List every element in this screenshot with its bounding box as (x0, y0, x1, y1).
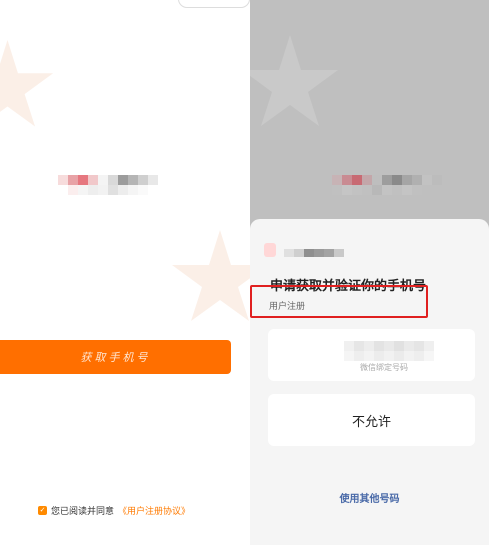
get-phone-number-button[interactable]: 获取手机号 (0, 340, 231, 374)
wechat-phone-option[interactable]: 微信绑定号码 (268, 329, 475, 381)
blurred-logo (58, 175, 166, 195)
deny-button[interactable]: 不允许 (268, 394, 475, 446)
decorative-star (0, 40, 54, 127)
blurred-phone-number (344, 341, 434, 361)
decorative-star (250, 35, 338, 126)
use-other-number-link[interactable]: 使用其他号码 (250, 490, 489, 505)
top-capsule[interactable] (178, 0, 250, 8)
login-screen: 获取手机号 ✓ 您已阅读并同意 《用户注册协议》 (0, 0, 250, 545)
phone-caption: 微信绑定号码 (360, 363, 408, 372)
highlight-box (250, 285, 428, 318)
agreement-row: ✓ 您已阅读并同意 《用户注册协议》 (38, 504, 190, 517)
decorative-star (172, 230, 250, 321)
blurred-logo (332, 175, 442, 195)
authorization-screen: 申请获取并验证你的手机号 用户注册 微信绑定号码 不允许 使用其他号码 (250, 0, 489, 545)
agreement-text: 您已阅读并同意 (51, 507, 115, 517)
deny-label: 不允许 (351, 414, 391, 430)
app-icon (264, 243, 276, 257)
agreement-link[interactable]: 《用户注册协议》 (118, 504, 190, 517)
checkbox-checked-icon[interactable]: ✓ (38, 506, 47, 515)
blurred-app-name (284, 249, 344, 257)
phone-auth-sheet: 申请获取并验证你的手机号 用户注册 微信绑定号码 不允许 使用其他号码 (250, 219, 489, 545)
